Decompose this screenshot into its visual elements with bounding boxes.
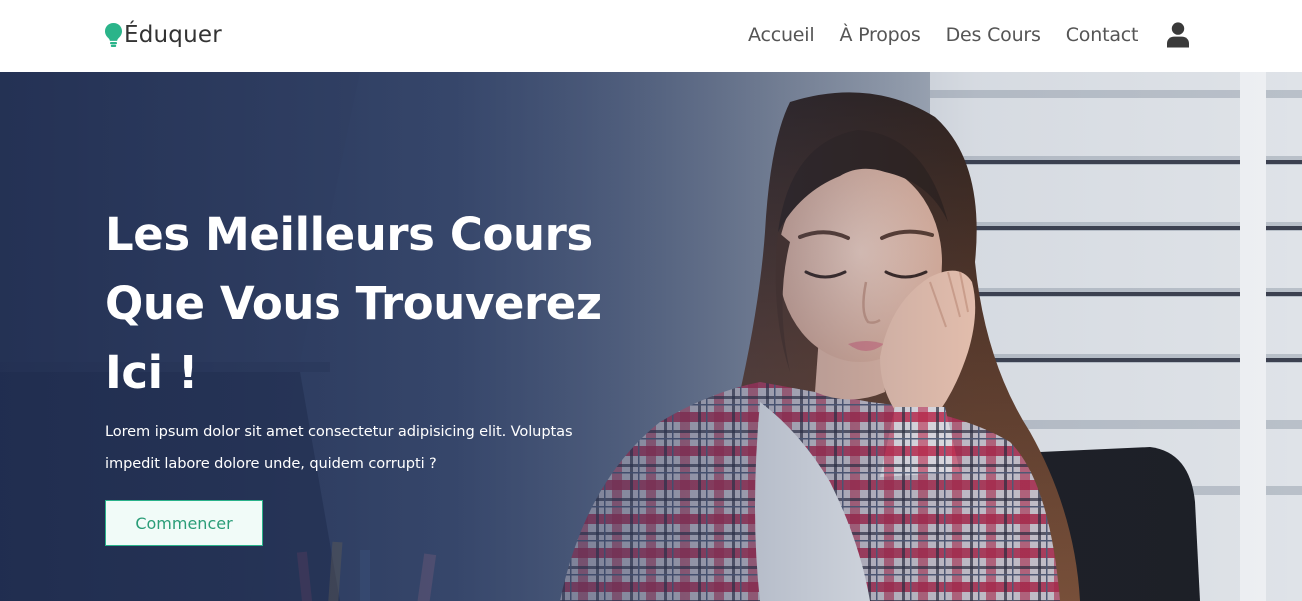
- lightbulb-icon: [105, 23, 122, 47]
- brand-logo-link[interactable]: Éduquer: [104, 18, 222, 52]
- hero-section: Les Meilleurs Cours Que Vous Trouverez I…: [0, 72, 1302, 601]
- hero-title-line-1: Les Meilleurs Cours: [105, 208, 593, 261]
- user-icon: [1167, 22, 1189, 48]
- hero-description: Lorem ipsum dolor sit amet consectetur a…: [105, 416, 585, 480]
- nav-link-a-propos[interactable]: À Propos: [839, 24, 920, 46]
- main-nav: Accueil À Propos Des Cours Contact: [748, 22, 1138, 48]
- nav-link-des-cours[interactable]: Des Cours: [946, 24, 1041, 46]
- start-button[interactable]: Commencer: [105, 500, 263, 546]
- site-header: Éduquer Accueil À Propos Des Cours Conta…: [0, 0, 1302, 72]
- hero-title-line-3: Ici !: [105, 346, 199, 399]
- nav-link-accueil[interactable]: Accueil: [748, 24, 815, 46]
- hero-title: Les Meilleurs Cours Que Vous Trouverez I…: [105, 200, 625, 407]
- hero-description-line-1: Lorem ipsum dolor sit amet consectetur a…: [105, 423, 573, 440]
- user-account-button[interactable]: [1166, 22, 1190, 48]
- nav-link-contact[interactable]: Contact: [1066, 24, 1139, 46]
- hero-title-line-2: Que Vous Trouverez: [105, 277, 602, 330]
- brand-name: Éduquer: [124, 22, 222, 48]
- hero-description-line-2: impedit labore dolore unde, quidem corru…: [105, 455, 437, 472]
